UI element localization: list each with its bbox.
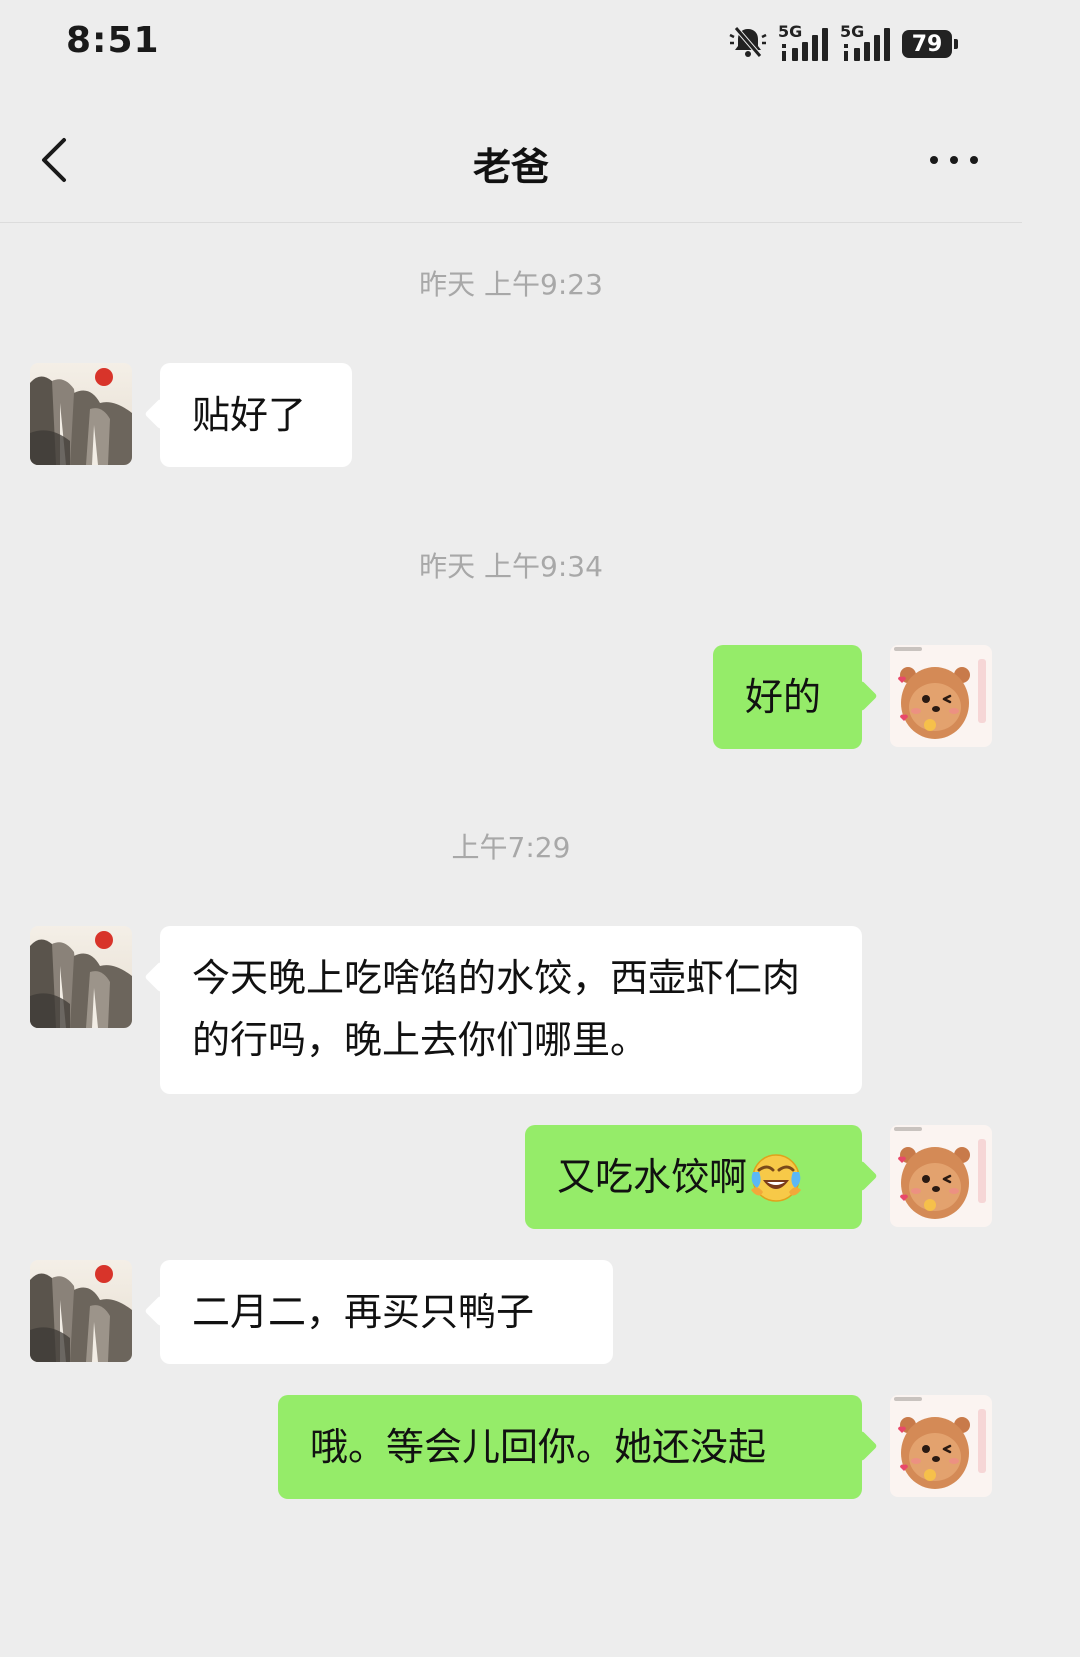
landscape-painting-avatar-icon xyxy=(30,1260,132,1362)
battery-icon: 79 xyxy=(902,30,958,58)
contact-avatar[interactable] xyxy=(30,926,132,1028)
mute-icon xyxy=(728,25,768,63)
cartoon-bear-avatar-icon xyxy=(890,645,992,747)
my-avatar[interactable] xyxy=(890,1125,992,1227)
landscape-painting-avatar-icon xyxy=(30,363,132,465)
message-text: 哦。等会儿回你。她还没起 xyxy=(310,1425,767,1469)
chat-header: 老爸 xyxy=(0,100,1022,223)
signal-icon-sim2: 5G xyxy=(840,22,892,64)
message-text: 今天晚上吃啥馅的水饺，西壶虾仁肉的行吗，晚上去你们哪里。 xyxy=(192,956,801,1062)
more-options-button[interactable] xyxy=(926,140,982,180)
crying-laughing-emoji-icon xyxy=(751,1153,802,1202)
status-time: 8:51 xyxy=(66,20,160,61)
status-icons: 5G 5G 79 xyxy=(728,22,958,64)
received-message-bubble[interactable]: 二月二，再买只鸭子 xyxy=(160,1260,613,1364)
signal-icon-sim1: 5G xyxy=(778,22,830,64)
message-timestamp: 昨天 上午9:34 xyxy=(419,550,603,583)
message-text: 好的 xyxy=(745,675,822,719)
status-bar: 8:51 5G 5G 79 xyxy=(0,0,1022,88)
cartoon-bear-avatar-icon xyxy=(890,1125,992,1227)
message-text: 又吃水饺啊 xyxy=(557,1155,748,1199)
message-list[interactable]: 昨天 上午9:23 贴好了 昨天 上午9:34 好的 上午7:29 今天晚上吃啥… xyxy=(0,223,1022,1568)
battery-level: 79 xyxy=(911,31,943,57)
message-text: 贴好了 xyxy=(192,393,307,437)
message-timestamp: 上午7:29 xyxy=(451,831,571,864)
sent-message-bubble[interactable]: 哦。等会儿回你。她还没起 xyxy=(278,1395,862,1499)
contact-avatar[interactable] xyxy=(30,1260,132,1362)
more-dots-icon xyxy=(930,156,978,164)
sent-message-bubble[interactable]: 又吃水饺啊 xyxy=(525,1125,862,1229)
landscape-painting-avatar-icon xyxy=(30,926,132,1028)
contact-avatar[interactable] xyxy=(30,363,132,465)
my-avatar[interactable] xyxy=(890,645,992,747)
cartoon-bear-avatar-icon xyxy=(890,1395,992,1497)
chat-title: 老爸 xyxy=(472,145,549,189)
received-message-bubble[interactable]: 贴好了 xyxy=(160,363,352,467)
my-avatar[interactable] xyxy=(890,1395,992,1497)
received-message-bubble[interactable]: 今天晚上吃啥馅的水饺，西壶虾仁肉的行吗，晚上去你们哪里。 xyxy=(160,926,862,1094)
message-text: 二月二，再买只鸭子 xyxy=(192,1290,535,1334)
sent-message-bubble[interactable]: 好的 xyxy=(713,645,862,749)
message-timestamp: 昨天 上午9:23 xyxy=(419,268,603,301)
